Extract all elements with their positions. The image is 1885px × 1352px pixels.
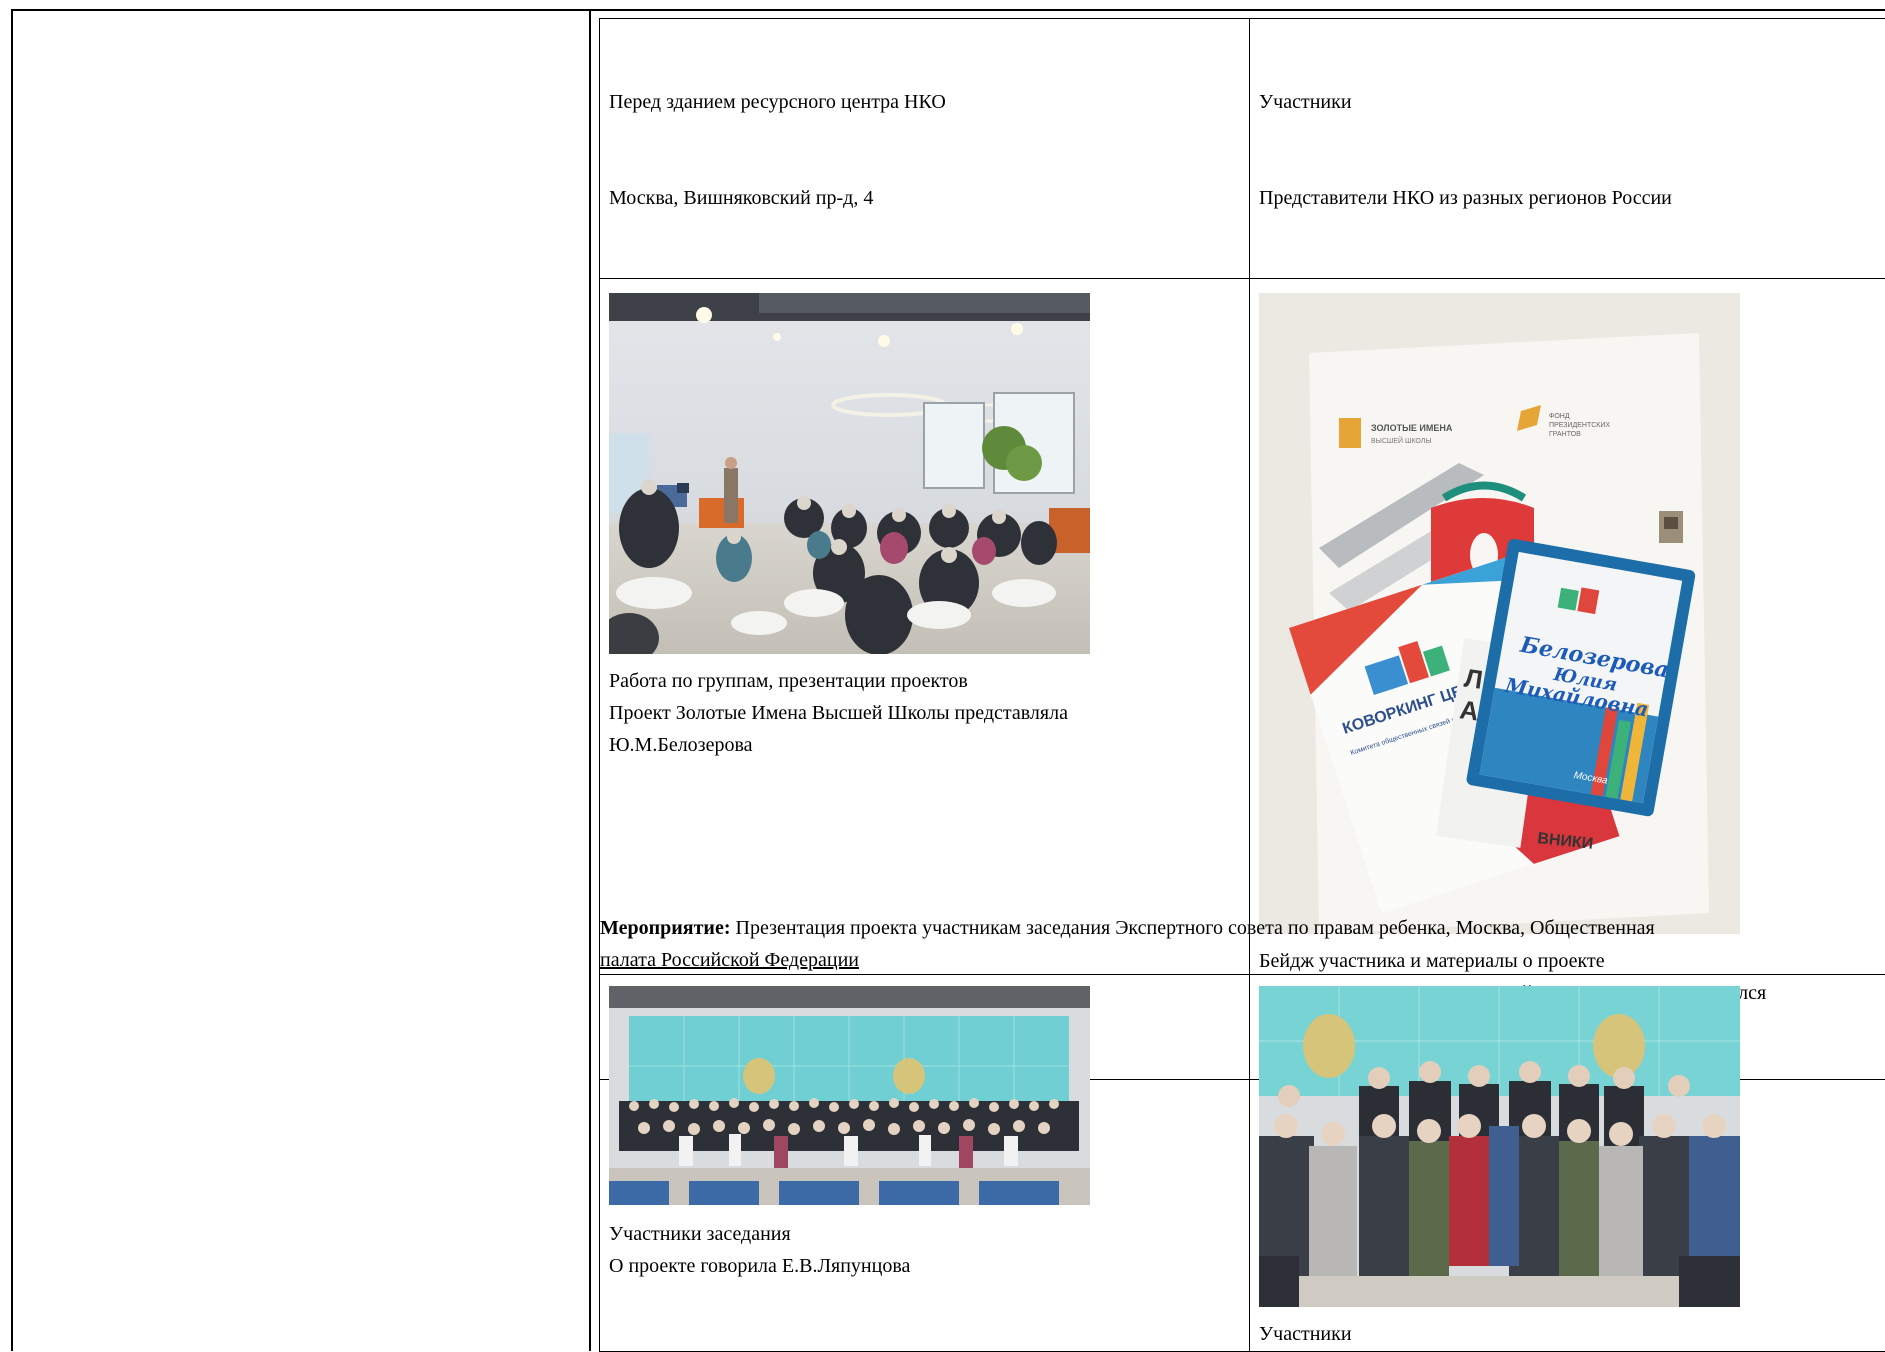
event-text-line1: Презентация проекта участникам заседания… [731,917,1655,939]
outer-border-top [11,9,1885,11]
photo-group-work [609,293,1090,654]
caption-participants-line1: Участники [1259,1318,1879,1350]
poster-logo1-line1: ЗОЛОТЫЕ ИМЕНА [1371,423,1453,433]
event-text-line2: палата Российской Федерации [600,949,859,971]
outer-border-left [11,9,13,1351]
table-cell: Участники заседания О проекте говорила Е… [600,975,1250,1352]
header-right-line2: Представители НКО из разных регионов Рос… [1259,182,1878,214]
poster-logo2-line1: ФОНД [1549,413,1570,420]
poster-logo2-line3: ГРАНТОВ [1549,431,1581,438]
outer-border-divider [589,9,591,1351]
caption-session-line2: О проекте говорила Е.В.Ляпунцова [609,1250,1240,1282]
header-left-line1: Перед зданием ресурсного центра НКО [609,86,1239,118]
header-left-line2: Москва, Вишняковский пр-д, 4 [609,182,1239,214]
photo-session-group [609,986,1090,1205]
table-cell: Перед зданием ресурсного центра НКО Моск… [600,19,1250,279]
poster-logo2-line2: ПРЕЗИДЕНТСКИХ [1549,422,1610,429]
caption-left-line3: Ю.М.Белозерова [609,729,1240,761]
photo-table-2: Участники заседания О проекте говорила Е… [599,974,1885,1352]
header-right-line1: Участники [1259,86,1878,118]
caption-session-line1: Участники заседания [609,1218,1240,1250]
poster-logo1-line2: ВЫСШЕЙ ШКОЛЫ [1371,436,1432,445]
table-cell: Участники Представители НКО из разных ре… [1250,19,1885,279]
event-description: Мероприятие: Презентация проекта участни… [600,912,1885,976]
photo-participants [1259,986,1740,1307]
event-label: Мероприятие: [600,917,731,939]
caption-left-line1: Работа по группам, презентации проектов [609,665,1240,697]
table-row: Участники заседания О проекте говорила Е… [600,975,1885,1352]
photo-badge-materials: ЗОЛОТЫЕ ИМЕНА ВЫСШЕЙ ШКОЛЫ ФОНД ПРЕЗИДЕН… [1259,293,1740,934]
table-row: Перед зданием ресурсного центра НКО Моск… [600,19,1885,279]
table-cell: Участники [1250,975,1885,1352]
caption-left-line2: Проект Золотые Имена Высшей Школы предст… [609,697,1240,729]
